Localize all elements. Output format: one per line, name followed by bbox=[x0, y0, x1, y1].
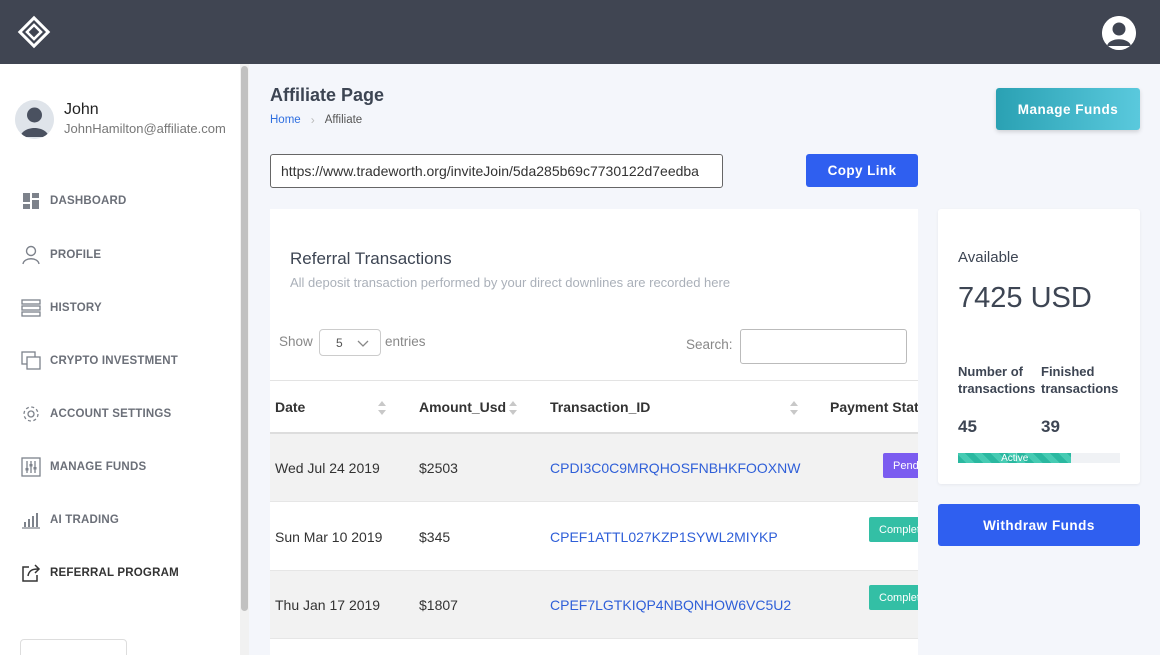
page-title: Affiliate Page bbox=[270, 85, 385, 105]
status-badge: Complete bbox=[869, 585, 918, 610]
chevron-down-icon bbox=[357, 340, 369, 347]
sidebar-item-manage-funds[interactable]: MANAGE FUNDS bbox=[20, 453, 146, 481]
available-balance-card: Available 7425 USD Number of transaction… bbox=[938, 209, 1140, 484]
progress-bar: Active bbox=[958, 453, 1120, 464]
sort-icon[interactable] bbox=[377, 400, 387, 416]
cell-date: Thu Jan 17 2019 bbox=[275, 597, 381, 613]
top-bar bbox=[0, 0, 1160, 64]
referral-transactions-card: Referral Transactions All deposit transa… bbox=[270, 209, 918, 655]
table-row: Sun Mar 10 2019 $345 CPEF1ATTL027KZP1SYW… bbox=[270, 503, 918, 571]
show-label: Show bbox=[279, 334, 313, 349]
gear-icon bbox=[20, 403, 42, 425]
number-of-transactions-label: Number of transactions bbox=[958, 363, 1035, 397]
cell-date: Sun Mar 10 2019 bbox=[275, 529, 383, 545]
entries-select-value: 5 bbox=[336, 335, 343, 350]
chevron-right-icon: › bbox=[310, 113, 315, 127]
column-header-payment-status[interactable]: Payment Stat bbox=[830, 381, 918, 433]
sidebar-item-label: AI TRADING bbox=[50, 514, 120, 526]
cell-transaction-id[interactable]: CPEF1ATTL027KZP1SYWL2MIYKP bbox=[550, 503, 778, 571]
available-value: 7425 USD bbox=[958, 282, 1092, 314]
sidebar-item-history[interactable]: HISTORY bbox=[20, 294, 102, 322]
history-icon bbox=[20, 297, 42, 319]
sidebar-item-label: HISTORY bbox=[50, 302, 102, 314]
bar-chart-icon bbox=[20, 509, 42, 531]
status-badge: Pending bbox=[883, 453, 918, 478]
diamond-logo-icon[interactable] bbox=[16, 14, 52, 50]
search-label: Search: bbox=[686, 337, 733, 352]
column-header-amount[interactable]: Amount_Usd bbox=[419, 381, 506, 433]
manage-funds-button[interactable]: Manage Funds bbox=[996, 88, 1140, 130]
user-name: John bbox=[64, 101, 99, 118]
copy-icon bbox=[20, 350, 42, 372]
sidebar-item-referral-program[interactable]: REFERRAL PROGRAM bbox=[20, 559, 179, 587]
cell-date: Wed Jul 24 2019 bbox=[275, 460, 380, 476]
entries-label: entries bbox=[385, 334, 426, 349]
finished-transactions-value: 39 bbox=[1041, 417, 1060, 436]
table-row: Wed Jul 24 2019 $2503 CPDI3C0C9MRQHOSFNB… bbox=[270, 434, 918, 502]
sidebar-item-account-settings[interactable]: ACCOUNT SETTINGS bbox=[20, 400, 171, 428]
sidebar-item-label: PROFILE bbox=[50, 249, 102, 261]
dashboard-icon bbox=[20, 190, 42, 212]
number-of-transactions-value: 45 bbox=[958, 417, 977, 436]
referral-subtitle: All deposit transaction performed by you… bbox=[290, 275, 731, 290]
status-badge: Complete bbox=[869, 517, 918, 542]
copy-link-button[interactable]: Copy Link bbox=[806, 154, 918, 187]
referral-title: Referral Transactions bbox=[290, 249, 452, 268]
cell-amount: $1807 bbox=[419, 597, 458, 613]
sidebar-item-label: DASHBOARD bbox=[50, 195, 127, 207]
available-label: Available bbox=[958, 249, 1019, 266]
table-header: Date Amount_Usd Transaction_ID Payment S… bbox=[270, 380, 918, 434]
share-icon bbox=[20, 562, 42, 584]
finished-transactions-label: Finished transactions bbox=[1041, 363, 1118, 397]
breadcrumb-home-link[interactable]: Home bbox=[270, 114, 301, 126]
sidebar-scrollbar[interactable] bbox=[240, 64, 249, 655]
sidebar-bottom-control[interactable] bbox=[20, 639, 127, 655]
search-input[interactable] bbox=[740, 329, 907, 364]
invite-link-input[interactable] bbox=[270, 154, 723, 188]
breadcrumb: Home › Affiliate bbox=[270, 113, 362, 127]
sidebar-item-label: MANAGE FUNDS bbox=[50, 461, 147, 473]
stat-label-line: transactions bbox=[1041, 381, 1119, 396]
column-header-transaction-id[interactable]: Transaction_ID bbox=[550, 381, 650, 433]
cell-transaction-id[interactable]: CPEF7LGTKIQP4NBQNHOW6VC5U2 bbox=[550, 571, 791, 639]
sidebar-item-ai-trading[interactable]: AI TRADING bbox=[20, 506, 119, 534]
cell-transaction-id[interactable]: CPDI3C0C9MRQHOSFNBHKFOOXNW bbox=[550, 434, 800, 502]
breadcrumb-current: Affiliate bbox=[324, 114, 363, 126]
progress-fill: Active bbox=[958, 453, 1072, 464]
stat-label-line: Finished bbox=[1041, 364, 1095, 379]
sort-icon[interactable] bbox=[789, 400, 799, 416]
stat-label-line: transactions bbox=[958, 381, 1036, 396]
sidebar: John JohnHamilton@affiliate.com DASHBOAR… bbox=[0, 64, 249, 655]
sidebar-item-label: ACCOUNT SETTINGS bbox=[50, 408, 172, 420]
sidebar-item-dashboard[interactable]: DASHBOARD bbox=[20, 187, 127, 215]
sidebar-item-profile[interactable]: PROFILE bbox=[20, 241, 101, 269]
user-icon bbox=[20, 244, 42, 266]
sidebar-item-label: CRYPTO INVESTMENT bbox=[50, 355, 178, 367]
cell-amount: $2503 bbox=[419, 460, 458, 476]
sidebar-item-label: REFERRAL PROGRAM bbox=[50, 567, 179, 579]
cell-amount: $345 bbox=[419, 529, 451, 545]
user-avatar-icon[interactable] bbox=[1102, 16, 1136, 50]
table-row: Thu Jan 17 2019 $1807 CPEF7LGTKIQP4NBQNH… bbox=[270, 571, 918, 639]
avatar[interactable] bbox=[15, 100, 54, 139]
scrollbar-thumb[interactable] bbox=[241, 66, 248, 611]
withdraw-funds-button[interactable]: Withdraw Funds bbox=[938, 504, 1140, 546]
sliders-icon bbox=[20, 456, 42, 478]
stat-label-line: Number of bbox=[958, 364, 1023, 379]
user-email: JohnHamilton@affiliate.com bbox=[64, 121, 226, 136]
sidebar-item-crypto-investment[interactable]: CRYPTO INVESTMENT bbox=[20, 347, 178, 375]
sort-icon[interactable] bbox=[508, 400, 518, 416]
column-header-date[interactable]: Date bbox=[275, 381, 305, 433]
entries-select[interactable]: 5 bbox=[319, 329, 381, 356]
